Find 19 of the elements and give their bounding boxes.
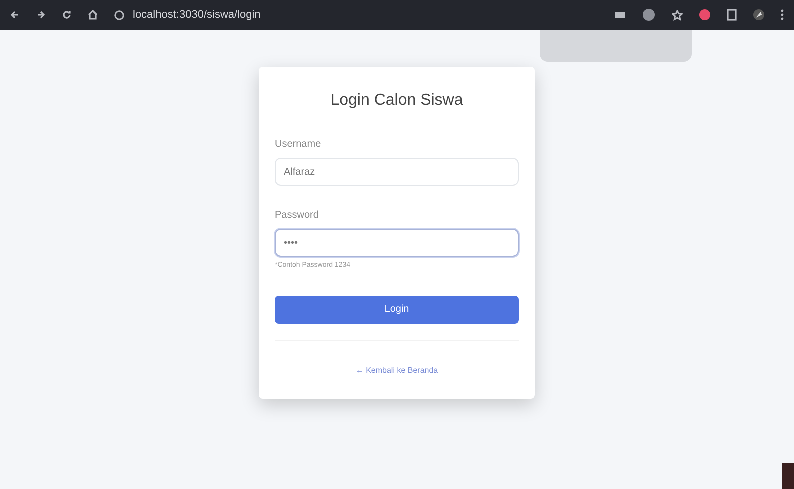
reload-icon[interactable] — [62, 10, 72, 20]
document-icon[interactable] — [727, 9, 737, 21]
site-info-icon[interactable] — [114, 10, 125, 20]
back-link[interactable]: ← Kembali ke Beranda — [356, 366, 438, 374]
extension-icon[interactable] — [642, 8, 656, 22]
login-button[interactable]: Login — [275, 296, 519, 324]
home-icon[interactable] — [88, 10, 98, 20]
card-title: Login Calon Siswa — [330, 91, 464, 111]
star-icon[interactable] — [672, 10, 683, 20]
extension-icon[interactable] — [699, 9, 711, 21]
input-field[interactable]: •••• — [275, 229, 519, 257]
input-field[interactable]: Alfaraz — [275, 158, 519, 186]
back-icon[interactable] — [10, 10, 20, 20]
field-label: Password — [275, 209, 319, 223]
forward-icon[interactable] — [36, 10, 46, 20]
field-label: Username — [275, 138, 322, 152]
menu-icon[interactable] — [781, 9, 784, 21]
address-bar[interactable]: localhost:3030/siswa/login — [133, 6, 261, 24]
profile-icon[interactable] — [753, 9, 765, 21]
